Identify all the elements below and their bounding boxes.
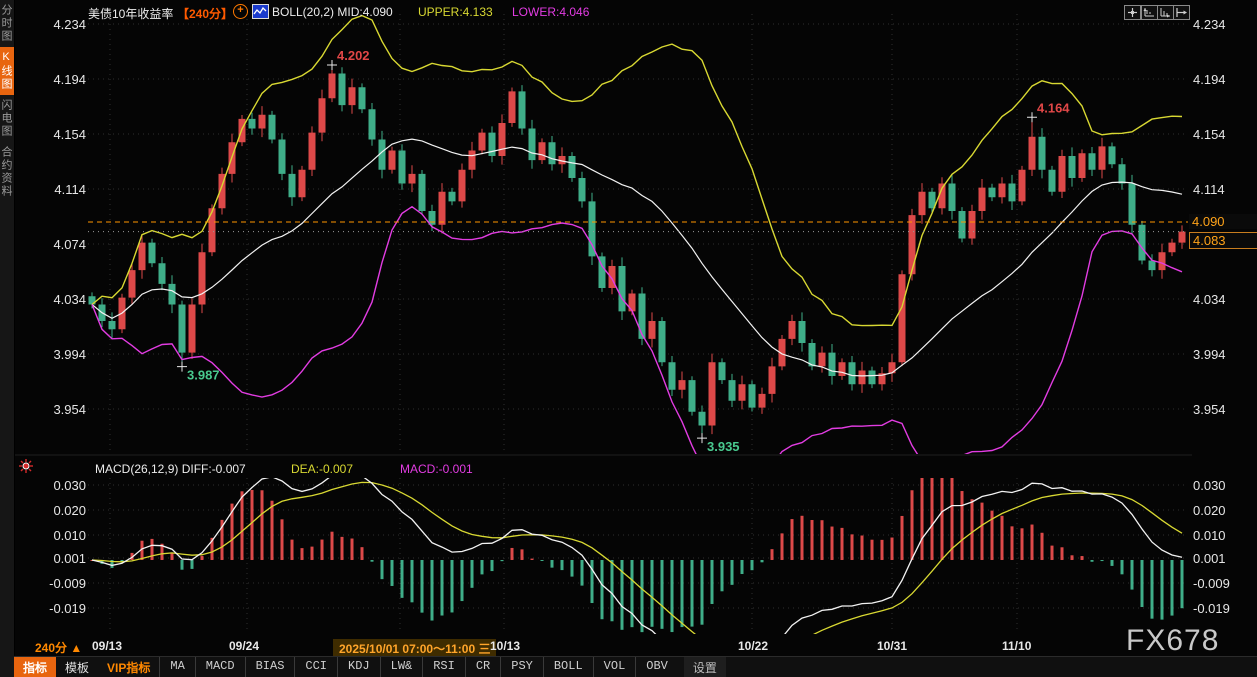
mid-price-tag: 4.090 (1189, 214, 1257, 229)
boll-mid-label: BOLL(20,2) MID:4.090 (272, 5, 393, 19)
boll-upper-label: UPPER:4.133 (418, 5, 493, 19)
sidebar-tab-kline[interactable]: K线图 (0, 47, 14, 95)
axis-label: 4.154 (1193, 127, 1226, 142)
macd-axis-label: -0.009 (40, 576, 86, 591)
axis-label: 4.194 (1193, 72, 1226, 87)
boll-lower-label: LOWER:4.046 (512, 5, 589, 19)
indicator-psy[interactable]: PSY (500, 657, 543, 677)
macd-axis-label: 0.030 (1193, 478, 1226, 493)
indicator-vol[interactable]: VOL (593, 657, 636, 677)
indicator-obv[interactable]: OBV (635, 657, 678, 677)
indicator-toolbar: 指标 模板 VIP指标 MA MACD BIAS CCI KDJ LW& RSI… (14, 656, 1257, 677)
indicator-lwr[interactable]: LW& (380, 657, 423, 677)
svg-text:4.164: 4.164 (1037, 100, 1070, 115)
indicator-cr[interactable]: CR (465, 657, 500, 677)
tab-templates[interactable]: 模板 (56, 657, 98, 677)
sidebar-tab-timeline[interactable]: 分时图 (0, 0, 14, 47)
date-tick: 09/13 (92, 639, 122, 653)
macd-axis-label: 0.010 (40, 528, 86, 543)
axis-label: 4.114 (40, 182, 86, 197)
alert-icon[interactable] (19, 459, 33, 473)
axis-label: 3.954 (40, 402, 86, 417)
tab-vip-indicators[interactable]: VIP指标 (98, 657, 159, 677)
date-tick: 11/10 (1002, 639, 1031, 653)
axis-label: 4.034 (1193, 292, 1226, 307)
chart-type-icon[interactable] (252, 4, 269, 19)
period-selector[interactable]: 240分 ▲ (35, 639, 82, 656)
indicator-rsi[interactable]: RSI (422, 657, 465, 677)
scale-left-icon[interactable] (1141, 5, 1158, 20)
macd-axis-label: 0.001 (1193, 551, 1226, 566)
macd-axis-label: 0.010 (1193, 528, 1226, 543)
chart-application: 3.987 4.202 3.935 4.164 分时图 K线图 闪电图 合约资料 美债… (0, 0, 1257, 677)
tab-indicators[interactable]: 指标 (14, 657, 56, 677)
scale-right-icon[interactable] (1157, 5, 1174, 20)
last-price-tag: 4.083 (1189, 232, 1257, 249)
period-tag[interactable]: 【240分】 (177, 5, 233, 22)
axis-label: 3.994 (40, 347, 86, 362)
symbol-title: 美债10年收益率 (88, 5, 173, 22)
axis-label: 4.194 (40, 72, 86, 87)
macd-axis-label: 0.001 (40, 551, 86, 566)
sidebar-tab-contract-info[interactable]: 合约资料 (0, 142, 14, 202)
axis-label: 4.234 (40, 17, 86, 32)
date-tick: 10/13 (490, 639, 520, 653)
indicator-boll[interactable]: BOLL (543, 657, 593, 677)
date-tick: 10/31 (877, 639, 907, 653)
macd-axis-label: 0.020 (40, 503, 86, 518)
date-tick: 10/22 (738, 639, 768, 653)
settings-button[interactable]: 设置 (684, 657, 726, 677)
sidebar-tab-lightning[interactable]: 闪电图 (0, 95, 14, 142)
axis-label: 3.994 (1193, 347, 1226, 362)
macd-dea-label: DEA:-0.007 (291, 462, 353, 476)
macd-axis-label: -0.009 (1193, 576, 1230, 591)
macd-params-label: MACD(26,12,9) DIFF:-0.007 (95, 462, 246, 476)
zoom-plus-icon[interactable]: + (233, 4, 248, 19)
svg-text:4.202: 4.202 (337, 48, 370, 63)
crosshair-move-icon[interactable] (1124, 5, 1141, 20)
macd-axis-label: 0.030 (40, 478, 86, 493)
indicator-ma[interactable]: MA (159, 657, 194, 677)
pan-right-icon[interactable] (1173, 5, 1190, 20)
candlestick-chart[interactable]: 3.987 4.202 3.935 4.164 (0, 0, 1257, 677)
indicator-bias[interactable]: BIAS (245, 657, 295, 677)
axis-label: 4.074 (40, 237, 86, 252)
svg-text:3.987: 3.987 (187, 368, 220, 383)
indicator-cci[interactable]: CCI (294, 657, 337, 677)
macd-value-label: MACD:-0.001 (400, 462, 473, 476)
axis-label: 4.114 (1193, 182, 1225, 197)
axis-label: 4.234 (1193, 17, 1226, 32)
axis-label: 4.034 (40, 292, 86, 307)
date-tick: 09/24 (229, 639, 259, 653)
macd-axis-label: -0.019 (1193, 601, 1230, 616)
indicator-kdj[interactable]: KDJ (337, 657, 380, 677)
macd-axis-label: 0.020 (1193, 503, 1226, 518)
watermark-logo: FX678 (1126, 624, 1219, 658)
axis-label: 3.954 (1193, 402, 1226, 417)
indicator-macd[interactable]: MACD (195, 657, 245, 677)
svg-text:3.935: 3.935 (707, 439, 740, 454)
axis-label: 4.154 (40, 127, 86, 142)
left-sidebar: 分时图 K线图 闪电图 合约资料 (0, 0, 15, 677)
macd-axis-label: -0.019 (40, 601, 86, 616)
